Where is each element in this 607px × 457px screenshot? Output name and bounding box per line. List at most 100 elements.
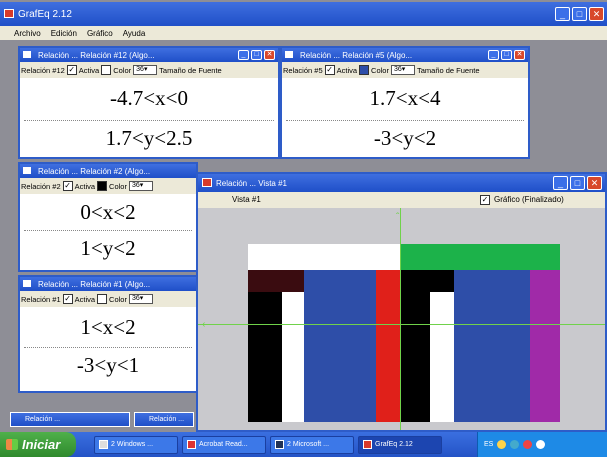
window-title: Relación ... Relación #5 (Algo... (300, 50, 413, 60)
font-size-select[interactable]: 36▾ (133, 65, 158, 75)
separator (24, 347, 192, 348)
maximize-button[interactable]: □ (501, 50, 512, 60)
region-blue-left (304, 270, 376, 422)
minimized-window-2[interactable]: Relación ... (134, 412, 194, 427)
font-size-label: Tamaño de Fuente (416, 65, 480, 75)
graph-canvas[interactable]: ‹ ˆ (198, 208, 605, 430)
graph-finalized-checkbox[interactable]: ✓ (480, 195, 490, 205)
windows-logo-icon (6, 439, 18, 450)
maximize-button[interactable]: □ (251, 50, 262, 60)
relation-inequality-x[interactable]: 1<x<2 (20, 315, 196, 340)
relation-inequality-x[interactable]: -4.7<x<0 (20, 86, 278, 111)
relation-inequality-x[interactable]: 1.7<x<4 (282, 86, 528, 111)
region-black-left (248, 292, 282, 422)
relation-window-12: Relación ... Relación #12 (Algo... _ □ ✕… (18, 46, 280, 159)
window-controls: _ □ ✕ (553, 176, 602, 190)
relation-window-titlebar[interactable]: Relación ... Relación #1 (Algo... (20, 277, 196, 291)
task-acrobat[interactable]: Acrobat Read... (182, 435, 266, 454)
font-size-select[interactable]: 36▾ (128, 181, 153, 191)
relation-inequality-y[interactable]: -3<y<1 (20, 353, 196, 378)
graph-view-window: Relación ... Vista #1 _ □ ✕ Vista #1 ✓ G… (196, 172, 607, 432)
close-button[interactable]: ✕ (514, 50, 525, 60)
color-swatch[interactable] (97, 181, 108, 191)
minimize-button[interactable]: _ (555, 7, 570, 21)
relation-window-1: Relación ... Relación #1 (Algo... Relaci… (18, 275, 198, 393)
relation-toolbar: Relación #12 ✓ Activa Color 36▾ Tamaño d… (20, 62, 278, 78)
graph-toolbar: Vista #1 ✓ Gráfico (Finalizado) (198, 192, 605, 208)
font-size-select[interactable]: 36▾ (390, 65, 415, 75)
color-swatch[interactable] (359, 65, 370, 75)
minimize-button[interactable]: _ (238, 50, 249, 60)
main-window-controls: _ □ ✕ (555, 7, 604, 21)
active-checkbox[interactable]: ✓ (324, 65, 335, 75)
minimize-button[interactable]: _ (488, 50, 499, 60)
font-size-select[interactable]: 36▾ (128, 294, 153, 304)
active-label: Activa (74, 181, 96, 191)
window-icon (23, 51, 31, 58)
relation-name: Relación #1 (21, 294, 61, 304)
close-button[interactable]: ✕ (587, 176, 602, 190)
tray-icon[interactable] (523, 440, 533, 449)
active-checkbox[interactable]: ✓ (62, 181, 73, 191)
active-checkbox[interactable]: ✓ (62, 294, 73, 304)
menu-edicion[interactable]: Edición (51, 29, 77, 38)
relation-inequality-y[interactable]: -3<y<2 (282, 126, 528, 151)
window-icon (23, 280, 31, 287)
word-icon (275, 440, 284, 449)
region-green-top (400, 244, 560, 270)
grafeq-app-icon (4, 9, 14, 18)
relation-toolbar: Relación #5 ✓ Activa Color 36▾ Tamaño de… (282, 62, 528, 78)
region-red (376, 270, 400, 422)
minimized-title: Relación ... (149, 416, 185, 423)
window-title: Relación ... Vista #1 (216, 178, 288, 188)
task-windows[interactable]: 2 Windows ... (94, 435, 178, 454)
graph-window-titlebar[interactable]: Relación ... Vista #1 _ □ ✕ (198, 174, 605, 192)
acrobat-icon (187, 440, 196, 449)
task-microsoft[interactable]: 2 Microsoft ... (270, 435, 354, 454)
close-button[interactable]: ✕ (589, 7, 604, 21)
menu-archivo[interactable]: Archivo (14, 29, 41, 38)
menu-ayuda[interactable]: Ayuda (123, 29, 146, 38)
relation-toolbar: Relación #1 ✓ Activa Color 36▾ (20, 291, 196, 307)
tray-icon[interactable] (510, 440, 520, 449)
color-label: Color (371, 65, 389, 75)
active-label: Activa (74, 294, 96, 304)
start-button[interactable]: Iniciar (0, 432, 76, 457)
task-grafeq[interactable]: GrafEq 2.12 (358, 435, 442, 454)
folder-icon (99, 440, 108, 449)
region-darkred (248, 270, 304, 292)
relation-window-titlebar[interactable]: Relación ... Relación #12 (Algo... _ □ ✕ (20, 48, 278, 62)
relation-window-5: Relación ... Relación #5 (Algo... _ □ ✕ … (280, 46, 530, 159)
language-indicator[interactable]: ES (484, 441, 493, 448)
menu-grafico[interactable]: Gráfico (87, 29, 113, 38)
region-white-right (430, 292, 454, 422)
relation-window-2: Relación ... Relación #2 (Algo... Relaci… (18, 162, 198, 272)
relation-inequality-x[interactable]: 0<x<2 (20, 200, 196, 225)
window-controls: _ □ ✕ (238, 50, 275, 60)
maximize-button[interactable]: □ (572, 7, 587, 21)
window-icon (23, 167, 31, 174)
color-swatch[interactable] (97, 294, 108, 304)
close-button[interactable]: ✕ (264, 50, 275, 60)
maximize-button[interactable]: □ (570, 176, 585, 190)
tray-icon[interactable] (497, 440, 507, 449)
relation-window-titlebar[interactable]: Relación ... Relación #5 (Algo... _ □ ✕ (282, 48, 528, 62)
main-titlebar[interactable]: GrafEq 2.12 _ □ ✕ (0, 2, 607, 26)
relation-inequality-y[interactable]: 1<y<2 (20, 236, 196, 261)
minimize-button[interactable]: _ (553, 176, 568, 190)
minimized-window-1[interactable]: Relación ... (10, 412, 130, 427)
region-black-top (430, 270, 454, 292)
active-checkbox[interactable]: ✓ (66, 65, 77, 75)
system-tray: ES (477, 432, 607, 457)
view-label: Vista #1 (232, 195, 261, 204)
minimized-title: Relación ... (25, 416, 61, 423)
tray-icon[interactable] (536, 440, 546, 449)
x-axis-left-arrow: ‹ (202, 319, 206, 330)
color-label: Color (109, 181, 127, 191)
relation-window-titlebar[interactable]: Relación ... Relación #2 (Algo... (20, 164, 196, 178)
color-swatch[interactable] (101, 65, 112, 75)
relation-name: Relación #5 (283, 65, 323, 75)
window-icon (202, 178, 212, 187)
relation-inequality-y[interactable]: 1.7<y<2.5 (20, 126, 278, 151)
relation-name: Relación #2 (21, 181, 61, 191)
